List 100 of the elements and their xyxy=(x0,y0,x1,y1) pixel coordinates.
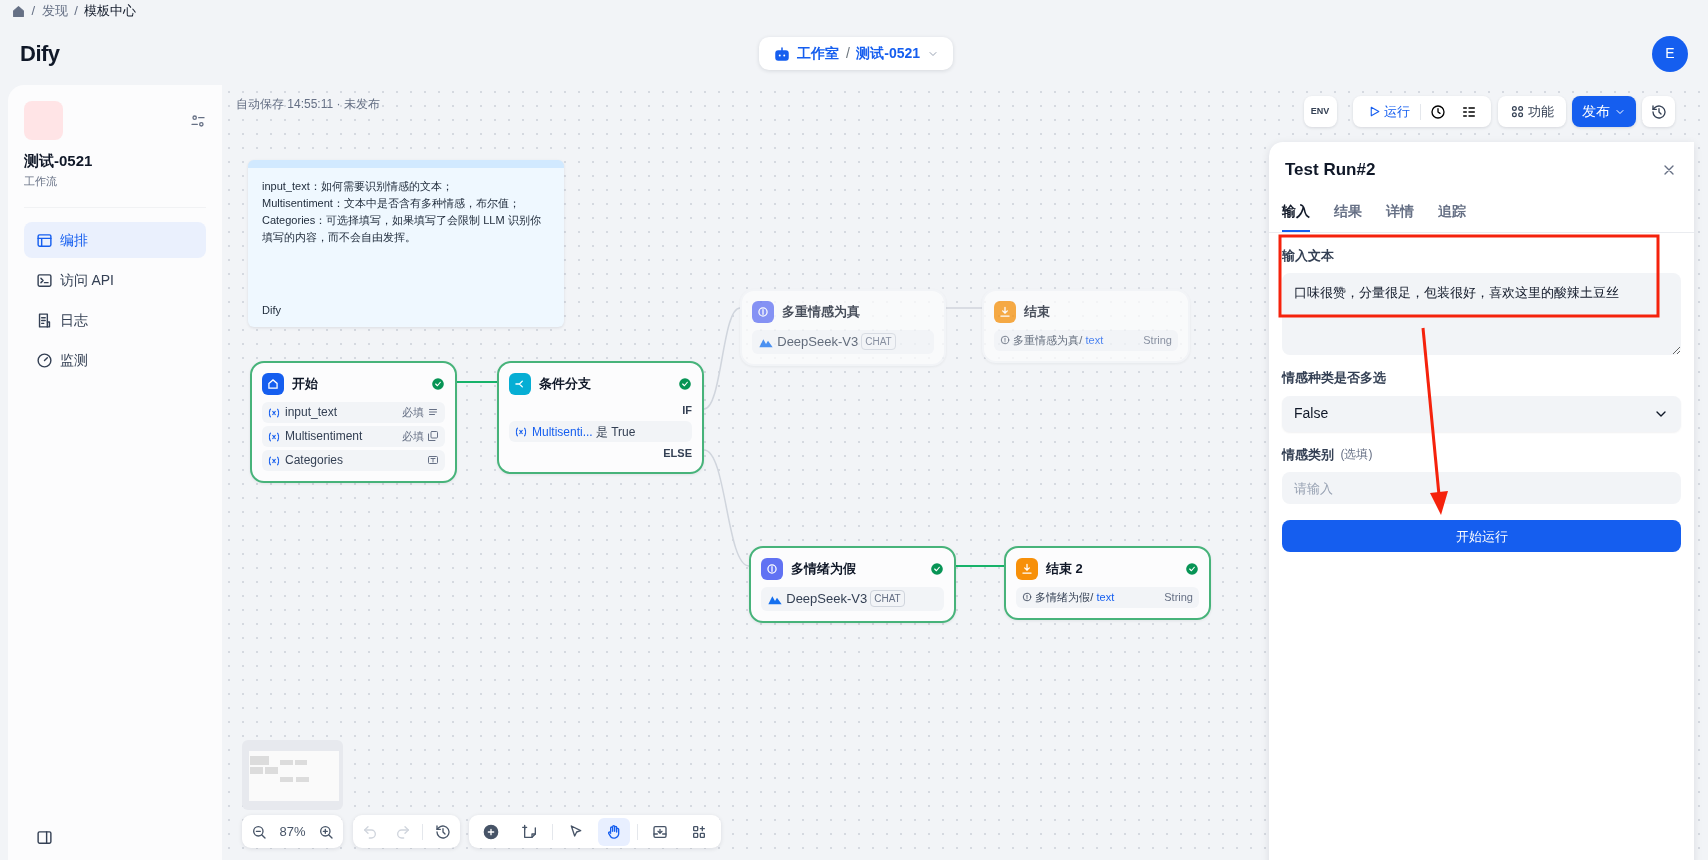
note-text: Categories：可选择填写，如果填写了会限制 LLM 识别你填写的内容，而不会自由发挥。 xyxy=(262,213,542,245)
field-label: 情感种类是否多选 xyxy=(1282,369,1386,387)
variable-name: Categories xyxy=(285,452,345,469)
clock-icon xyxy=(1429,103,1446,120)
branch-label: IF xyxy=(681,402,692,418)
node-title: 多情绪为假 xyxy=(791,560,857,579)
node-title: 开始 xyxy=(292,375,319,394)
panel-tab[interactable]: 输入 xyxy=(1282,190,1310,232)
breadcrumb-separator: / xyxy=(74,2,78,21)
zoom-out-icon xyxy=(251,823,267,840)
condition-variable: Multisenti... xyxy=(532,423,593,441)
note-author: Dify xyxy=(262,303,281,318)
run-button[interactable]: 运行 xyxy=(1361,98,1417,125)
nav-item[interactable]: 编排 xyxy=(24,222,206,258)
breadcrumb-separator: / xyxy=(31,2,36,21)
workflow-node[interactable]: 条件分支 IF Multisenti... 是 True ELSE xyxy=(497,361,704,474)
layout-icon xyxy=(36,231,53,249)
publish-button[interactable]: 发布 xyxy=(1572,96,1636,127)
settings-icon xyxy=(190,113,206,129)
text-input-area[interactable]: 口味很赞，分量很足，包装很好，喜欢这里的酸辣土豆丝 xyxy=(1282,273,1681,355)
model-name: DeepSeek-V3 xyxy=(777,332,859,351)
branch-icon xyxy=(509,373,531,395)
node-title: 结束 xyxy=(1024,303,1051,322)
breadcrumb-link[interactable]: 发现 xyxy=(41,1,68,21)
download-icon xyxy=(994,301,1016,323)
nav-item[interactable]: 监测 xyxy=(24,342,206,378)
app-title: 测试-0521 xyxy=(24,151,94,171)
start-run-button[interactable]: 开始运行 xyxy=(1282,520,1681,553)
note-text: Multisentiment：文本中是否含有多种情感，布尔值； xyxy=(262,196,521,211)
image-export-icon xyxy=(652,823,668,840)
optional-hint: (选填) xyxy=(1340,446,1373,464)
output-source: 多情绪为假 xyxy=(1035,589,1091,605)
hand-icon xyxy=(606,823,622,840)
note-card[interactable]: input_text：如何需要识别情感的文本； Multisentiment：文本中是否含有多种情感，布尔值； Categories：可选择填写，如果填写了会限制 LLM 识别你填写的内容，而不会自由发挥。 Dify xyxy=(248,160,564,327)
avatar[interactable]: E xyxy=(1652,35,1688,72)
version-history-button[interactable] xyxy=(1642,96,1675,127)
autosave-status: 自动保存 14:55:11 · 未发布 xyxy=(236,96,380,113)
paragraph-icon xyxy=(427,406,439,418)
apps-icon xyxy=(1509,104,1525,119)
panel-tab[interactable]: 追踪 xyxy=(1438,190,1466,232)
undo-icon xyxy=(362,823,379,840)
check-icon xyxy=(678,377,692,391)
nav-item[interactable]: 访问 API xyxy=(24,262,206,298)
nav-item[interactable]: 日志 xyxy=(24,302,206,338)
condition-value: True xyxy=(611,423,636,441)
app-icon xyxy=(24,101,63,140)
variable-icon xyxy=(515,424,527,439)
robot-icon xyxy=(772,44,791,63)
panel-tab[interactable]: 结果 xyxy=(1334,190,1362,232)
plus-icon xyxy=(483,823,499,840)
required-tag: 必填 xyxy=(401,427,424,445)
history-icon xyxy=(434,823,451,840)
output-type: String xyxy=(1143,332,1172,348)
check-icon xyxy=(1185,562,1199,576)
terminal-icon xyxy=(36,271,53,289)
select-field[interactable]: False xyxy=(1282,395,1681,432)
workflow-node[interactable]: 多重情感为真 DeepSeek-V3 CHAT xyxy=(740,289,946,366)
history-icon xyxy=(1650,103,1667,120)
info-icon xyxy=(761,558,783,580)
env-button[interactable]: ENV xyxy=(1303,96,1337,127)
document-icon xyxy=(36,311,53,329)
download-icon xyxy=(1016,558,1038,580)
app-switcher[interactable]: 工作室 / 测试-0521 xyxy=(758,37,953,70)
info-icon xyxy=(752,301,774,323)
features-button[interactable]: 功能 xyxy=(1497,96,1566,127)
hand-tool-button[interactable] xyxy=(598,817,630,846)
breadcrumb-separator: / xyxy=(845,44,850,63)
app-name: 测试-0521 xyxy=(856,44,921,63)
workflow-node[interactable]: 结束 2 多情绪为假/ text String xyxy=(1004,546,1211,620)
gauge-icon xyxy=(36,351,53,369)
field-label: 情感类别 xyxy=(1282,445,1334,464)
connector xyxy=(456,381,498,383)
app-type: 工作流 xyxy=(24,173,58,189)
info-icon xyxy=(1022,592,1032,602)
info-icon xyxy=(1000,335,1010,345)
note-icon xyxy=(521,823,538,840)
zoom-in-icon xyxy=(318,823,334,840)
home-icon xyxy=(12,4,25,18)
grid-icon xyxy=(690,823,707,840)
workflow-node[interactable]: 结束 多重情感为真/ text String xyxy=(982,289,1190,363)
zoom-level: 87% xyxy=(278,822,307,841)
copy-icon xyxy=(427,430,439,442)
workflow-node[interactable]: 开始 input_text 必填 Multisentiment 必填 Categories xyxy=(250,361,457,483)
connector xyxy=(955,565,1005,567)
breadcrumb-link[interactable]: 模板中心 xyxy=(84,1,137,21)
logo: Dify xyxy=(20,40,60,68)
check-icon xyxy=(431,377,445,391)
workspace-name: 工作室 xyxy=(797,44,840,63)
output-type: String xyxy=(1164,589,1193,605)
workflow-node[interactable]: 多情绪为假 DeepSeek-V3 CHAT xyxy=(749,546,956,623)
output-variable: text xyxy=(1096,589,1116,605)
node-title: 条件分支 xyxy=(539,375,592,394)
path-separator: / xyxy=(1079,332,1083,348)
branch-label: ELSE xyxy=(662,446,692,462)
panel-tab[interactable]: 详情 xyxy=(1386,190,1414,232)
text-input[interactable]: 请输入 xyxy=(1282,472,1681,504)
field-label: 输入文本 xyxy=(1282,246,1334,265)
output-source: 多重情感为真 xyxy=(1013,332,1080,348)
check-icon xyxy=(930,562,944,576)
mode-badge: CHAT xyxy=(870,590,905,607)
